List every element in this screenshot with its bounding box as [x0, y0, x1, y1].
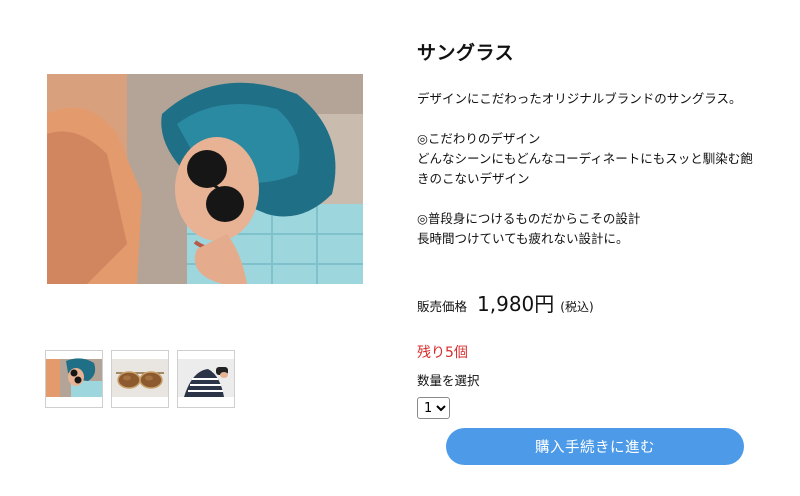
- description-line: 長時間つけていても疲れない設計に。: [417, 231, 629, 246]
- price-tax-note: (税込): [560, 300, 594, 314]
- description-line: ◎こだわりのデザイン: [417, 131, 541, 146]
- thumbnail-list: [45, 350, 235, 408]
- checkout-button[interactable]: 購入手続きに進む: [446, 428, 744, 465]
- description-line: どんなシーンにもどんなコーディネートにもスッと馴染む飽: [417, 151, 753, 166]
- description-line: ◎普段身につけるものだからこその設計: [417, 211, 641, 226]
- main-product-image: [47, 74, 363, 284]
- product-description: デザインにこだわったオリジナルブランドのサングラス。 ◎こだわりのデザイン どん…: [417, 89, 757, 249]
- price-row: 販売価格 1,980円 (税込): [417, 288, 594, 317]
- stock-remaining: 残り5個: [417, 345, 468, 361]
- thumbnail-1[interactable]: [45, 350, 103, 408]
- price-value: 1,980円: [477, 292, 555, 316]
- description-line: きのこないデザイン: [417, 171, 530, 186]
- quantity-select[interactable]: 1: [417, 397, 450, 419]
- product-title: サングラス: [417, 42, 515, 64]
- price-label: 販売価格: [417, 299, 468, 314]
- description-line: デザインにこだわったオリジナルブランドのサングラス。: [417, 91, 742, 106]
- thumbnail-2[interactable]: [111, 350, 169, 408]
- quantity-label: 数量を選択: [417, 373, 480, 388]
- product-info: サングラス デザインにこだわったオリジナルブランドのサングラス。 ◎こだわりのデ…: [417, 38, 757, 249]
- thumbnail-3[interactable]: [177, 350, 235, 408]
